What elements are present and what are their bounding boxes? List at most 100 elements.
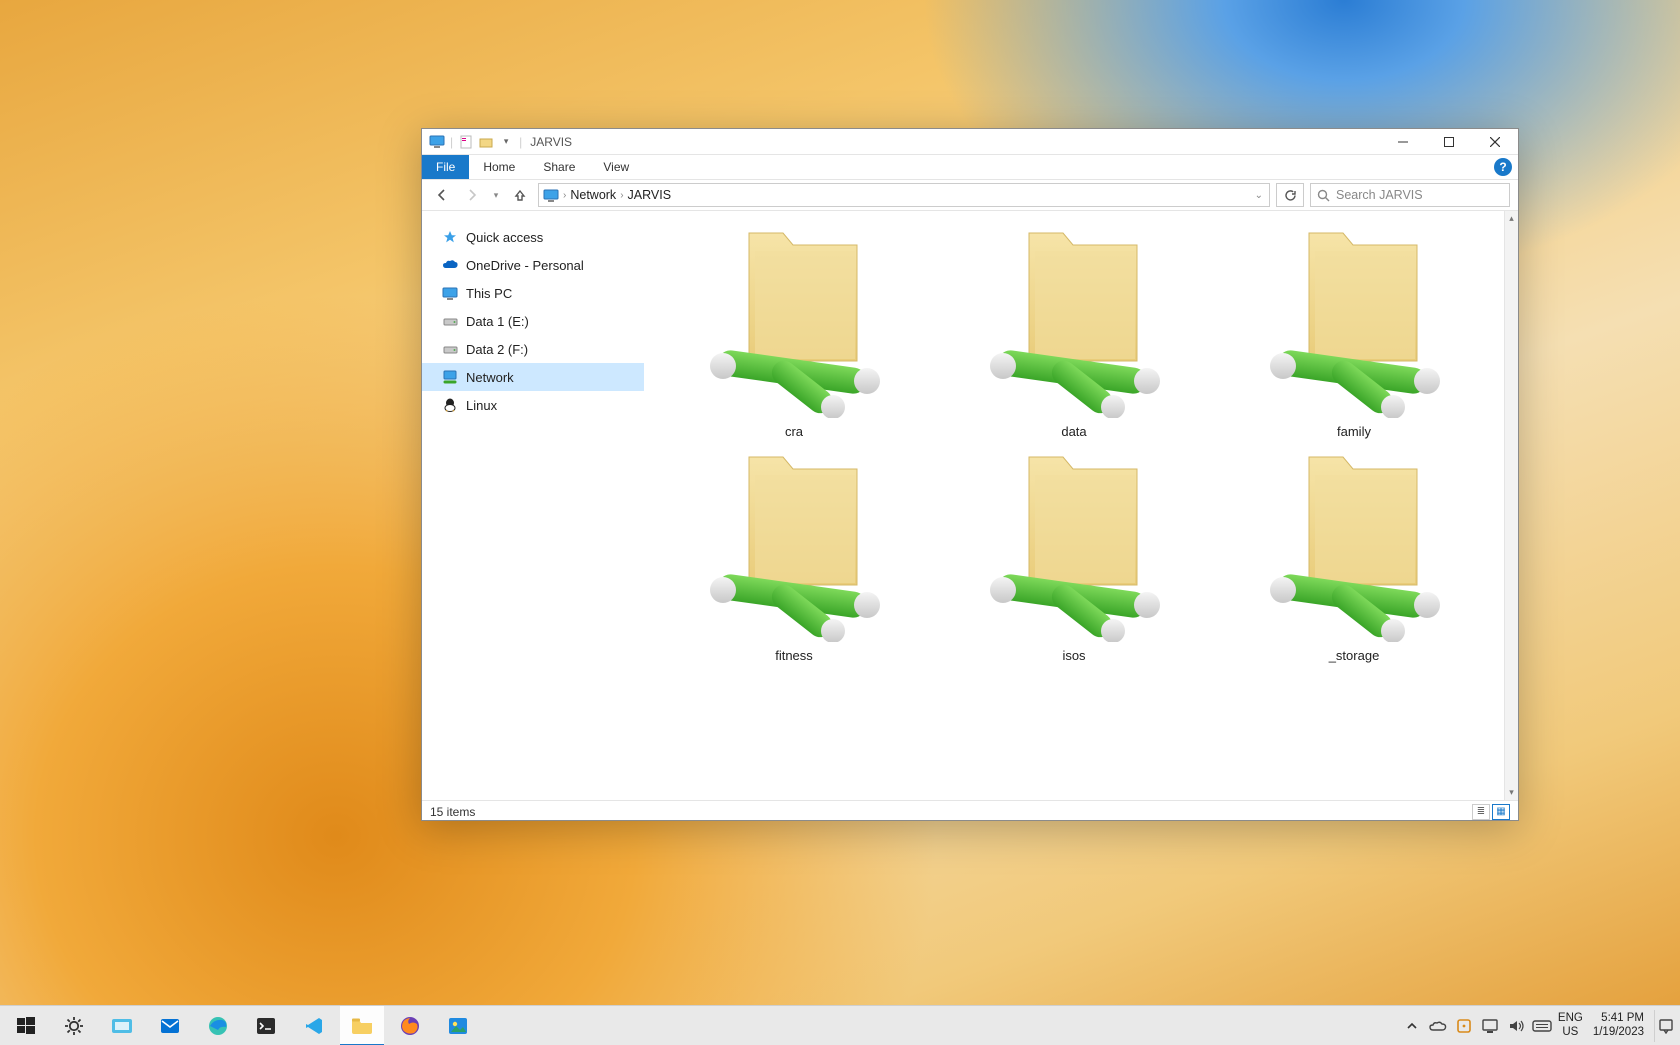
address-history-icon[interactable]: ⌄ [1255,190,1263,201]
minimize-button[interactable] [1380,129,1426,155]
folder-icon [351,1014,373,1036]
quick-access-toolbar: | ▾ | [422,133,524,151]
language-primary: ENG [1558,1012,1583,1025]
ribbon: File Home Share View ? [422,155,1518,180]
taskbar-firefox[interactable] [388,1006,432,1045]
taskbar-photos[interactable] [436,1006,480,1045]
terminal-icon [255,1015,277,1037]
clock-date: 1/19/2023 [1593,1026,1644,1039]
search-placeholder: Search JARVIS [1336,188,1423,202]
explorer-window: | ▾ | JARVIS Fi [421,128,1519,821]
desktop: | ▾ | JARVIS Fi [0,0,1680,1045]
sidebar-item-quick-access[interactable]: Quick access [422,223,644,251]
items-view[interactable]: cra data family fitness [644,211,1518,800]
network-share-cra[interactable]: cra [654,223,934,439]
address-bar[interactable]: › Network › JARVIS ⌄ [538,183,1270,207]
title-bar: | ▾ | JARVIS [422,129,1518,155]
help-button[interactable]: ? [1494,158,1512,176]
taskbar-edge[interactable] [196,1006,240,1045]
scroll-up-icon[interactable]: ▴ [1509,213,1514,224]
network-share-storage[interactable]: _storage [1214,447,1494,663]
star-icon [442,229,458,245]
onedrive-tray-icon[interactable] [1428,1016,1448,1036]
forward-button[interactable] [460,183,484,207]
computer-icon [543,187,559,203]
network-folder-icon [697,223,892,418]
drive-icon [442,341,458,357]
firefox-icon [399,1015,421,1037]
network-folder-icon [1257,223,1452,418]
sidebar-item-linux[interactable]: Linux [422,391,644,419]
tab-home[interactable]: Home [469,155,529,179]
network-share-isos[interactable]: isos [934,447,1214,663]
network-share-data[interactable]: data [934,223,1214,439]
close-button[interactable] [1472,129,1518,155]
cloud-icon [442,257,458,273]
taskbar: ENG US 5:41 PM 1/19/2023 [0,1005,1680,1045]
breadcrumb-network[interactable]: Network [570,188,616,202]
item-label: family [1337,424,1371,439]
language-indicator[interactable]: ENG US [1558,1012,1583,1038]
sidebar-item-data1[interactable]: Data 1 (E:) [422,307,644,335]
separator: | [519,135,522,149]
vertical-scrollbar[interactable]: ▴ ▾ [1504,211,1518,800]
network-icon [442,369,458,385]
sidebar-item-label: Data 2 (F:) [466,342,528,357]
sidebar-item-label: Linux [466,398,497,413]
network-share-family[interactable]: family [1214,223,1494,439]
linux-icon [442,397,458,413]
qat-dropdown-icon[interactable]: ▾ [497,133,515,151]
chevron-right-icon[interactable]: › [620,190,623,201]
taskbar-file-explorer[interactable] [340,1006,384,1045]
breadcrumb-jarvis[interactable]: JARVIS [628,188,672,202]
sidebar-item-this-pc[interactable]: This PC [422,279,644,307]
tab-file[interactable]: File [422,155,469,179]
navigation-bar: ▾ › Network › JARVIS ⌄ [422,180,1518,211]
network-share-fitness[interactable]: fitness [654,447,934,663]
sidebar-item-data2[interactable]: Data 2 (F:) [422,335,644,363]
system-tray: ENG US 5:41 PM 1/19/2023 [1402,1010,1680,1042]
taskbar-vscode[interactable] [292,1006,336,1045]
vm-tray-icon[interactable] [1480,1016,1500,1036]
up-button[interactable] [508,183,532,207]
sidebar-item-label: This PC [466,286,512,301]
new-folder-icon[interactable] [477,133,495,151]
thumbnails-view-button[interactable]: ▦ [1492,804,1510,820]
notifications-button[interactable] [1654,1010,1676,1042]
tray-overflow-icon[interactable] [1402,1016,1422,1036]
sidebar-item-onedrive[interactable]: OneDrive - Personal [422,251,644,279]
window-title: JARVIS [530,135,572,149]
maximize-button[interactable] [1426,129,1472,155]
back-button[interactable] [430,183,454,207]
chevron-right-icon[interactable]: › [563,190,566,201]
network-folder-icon [697,447,892,642]
taskbar-task-view[interactable] [100,1006,144,1045]
vscode-icon [303,1015,325,1037]
search-icon [1317,189,1330,202]
clock-time: 5:41 PM [1593,1012,1644,1025]
taskbar-terminal[interactable] [244,1006,288,1045]
sidebar-item-label: OneDrive - Personal [466,258,584,273]
taskbar-mail[interactable] [148,1006,192,1045]
details-view-button[interactable]: ≣ [1472,804,1490,820]
search-box[interactable]: Search JARVIS [1310,183,1510,207]
status-bar: 15 items ≣ ▦ [422,800,1518,822]
navigation-pane: Quick access OneDrive - Personal This PC… [422,211,644,800]
tab-view[interactable]: View [589,155,643,179]
windows-icon [15,1015,37,1037]
refresh-button[interactable] [1276,183,1304,207]
sidebar-item-network[interactable]: Network [422,363,644,391]
volume-icon[interactable] [1506,1016,1526,1036]
start-button[interactable] [4,1006,48,1045]
clock[interactable]: 5:41 PM 1/19/2023 [1593,1012,1644,1038]
network-folder-icon [1257,447,1452,642]
properties-icon[interactable] [457,133,475,151]
recent-locations-button[interactable]: ▾ [490,183,502,207]
security-tray-icon[interactable] [1454,1016,1474,1036]
scroll-down-icon[interactable]: ▾ [1509,787,1514,798]
status-item-count: 15 items [430,805,475,819]
keyboard-icon[interactable] [1532,1016,1552,1036]
task-view-icon [111,1015,133,1037]
tab-share[interactable]: Share [529,155,589,179]
taskbar-settings[interactable] [52,1006,96,1045]
